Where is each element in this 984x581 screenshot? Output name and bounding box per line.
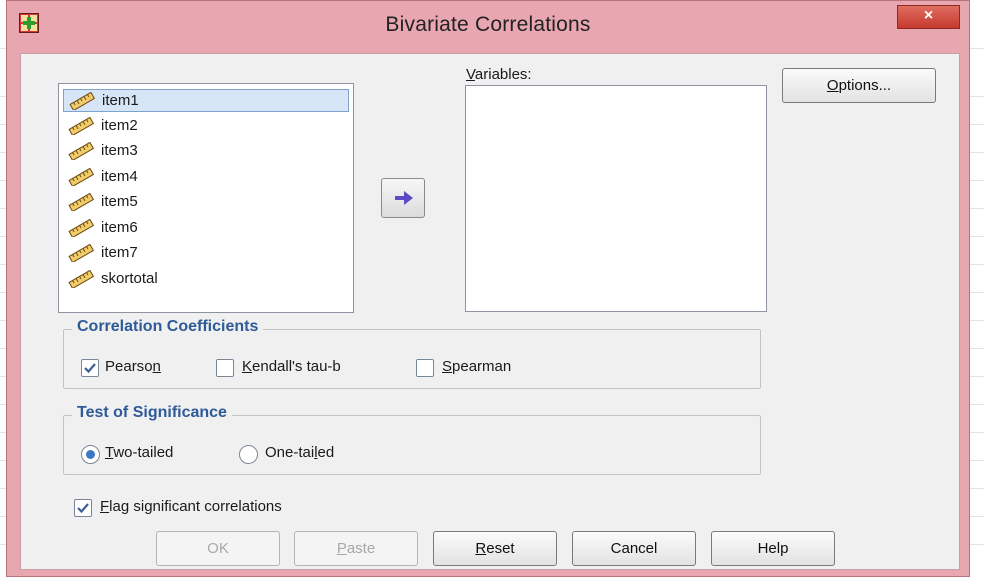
flag-significant-label: Flag significant correlations (100, 498, 282, 515)
target-variable-list[interactable] (465, 85, 767, 312)
source-variable-list[interactable]: item1 item2 item3 item4 item5 item6 item7 skort… (58, 83, 354, 313)
variable-label: item6 (101, 218, 138, 236)
one-tailed-label: One-tailed (265, 444, 335, 461)
title-bar[interactable]: Bivariate Correlations × (7, 1, 969, 51)
kendall-label: Kendall's tau-b (242, 358, 341, 375)
ruler-icon (67, 116, 95, 136)
dialog-window: Bivariate Correlations × item1 item2 item3… (6, 0, 970, 577)
variable-label: item4 (101, 167, 138, 185)
two-tailed-label: Two-tailed (105, 444, 174, 461)
list-item[interactable]: skortotal (63, 268, 349, 291)
arrow-right-icon (395, 191, 413, 205)
help-button[interactable]: Help (711, 531, 835, 566)
list-item[interactable]: item2 (63, 115, 349, 138)
list-item[interactable]: item7 (63, 242, 349, 265)
reset-button[interactable]: Reset (433, 531, 557, 566)
variable-label: item2 (101, 116, 138, 134)
correlation-coefficients-title: Correlation Coefficients (72, 318, 264, 336)
two-tailed-radio[interactable] (81, 445, 100, 464)
ruler-icon (67, 243, 95, 264)
list-item[interactable]: item5 (63, 191, 349, 214)
list-item[interactable]: item6 (63, 217, 349, 240)
paste-button[interactable]: Paste (294, 531, 418, 566)
ruler-icon (67, 141, 95, 162)
correlation-coefficients-group: Correlation Coefficients Pearson Kendall… (63, 318, 761, 389)
test-of-significance-title: Test of Significance (72, 404, 232, 422)
ruler-icon (67, 192, 95, 213)
test-of-significance-group: Test of Significance Two-tailed One-tail… (63, 404, 761, 475)
pearson-label: Pearson (105, 358, 161, 375)
checkmark-icon (77, 503, 89, 514)
dialog-body: item1 item2 item3 item4 item5 item6 item7 skort… (20, 53, 960, 570)
spearman-checkbox[interactable] (416, 359, 434, 377)
options-button[interactable]: Options... (782, 68, 936, 103)
pearson-checkbox[interactable] (81, 359, 99, 377)
cancel-button[interactable]: Cancel (572, 531, 696, 566)
variable-label: item7 (101, 244, 138, 261)
move-variable-button[interactable] (381, 178, 425, 218)
ruler-icon (67, 167, 95, 187)
spearman-label: Spearman (442, 358, 512, 375)
kendall-checkbox[interactable] (216, 359, 234, 377)
variable-label: item1 (102, 92, 139, 109)
ruler-icon (67, 218, 95, 238)
one-tailed-radio[interactable] (239, 445, 258, 464)
ruler-icon (68, 91, 96, 112)
ok-button[interactable]: OK (156, 531, 280, 566)
variable-label: item5 (101, 193, 138, 210)
list-item[interactable]: item3 (63, 140, 349, 163)
flag-significant-checkbox[interactable] (74, 499, 92, 517)
list-item[interactable]: item1 (63, 89, 349, 112)
dialog-title: Bivariate Correlations (385, 13, 591, 36)
variable-label: skortotal (101, 269, 158, 287)
variables-label: Variables: (466, 66, 532, 83)
ruler-icon (67, 269, 95, 289)
variable-label: item3 (101, 142, 138, 159)
checkmark-icon (84, 363, 96, 374)
close-button[interactable]: × (897, 5, 960, 29)
list-item[interactable]: item4 (63, 166, 349, 189)
